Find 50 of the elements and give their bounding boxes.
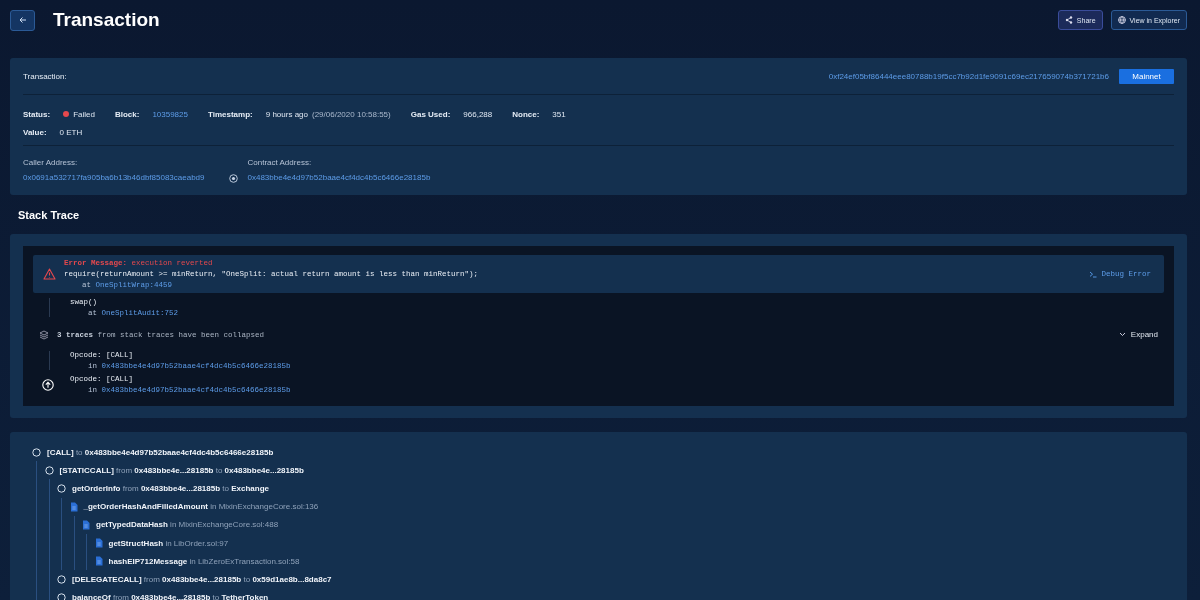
- timestamp-date: (29/06/2020 10:58:55): [312, 109, 391, 119]
- contract-label: Contract Address:: [247, 158, 313, 167]
- field-value: Failed: [73, 109, 95, 119]
- circle-icon: [32, 447, 41, 457]
- call-trace-line[interactable]: [DELEGATECALL] from 0x483bbe4e...28185b to 0x59d1ae8b...8da8c7: [72, 574, 332, 584]
- call-trace-line[interactable]: [CALL] to 0x483bbe4e4d97b52baae4cf4dc4b5c6466e28185b: [47, 447, 274, 457]
- field-label: Value:: [23, 127, 47, 137]
- field-value: 966,288: [463, 109, 493, 119]
- terminal-icon: [1089, 270, 1098, 278]
- call-trace-line[interactable]: hashEIP712Message in LibZeroExTransaction.sol:58: [108, 556, 300, 566]
- warning-icon: [43, 268, 56, 280]
- call-trace-line[interactable]: getStructHash in LibOrder.sol:97: [108, 538, 229, 548]
- file-icon: [94, 538, 103, 549]
- transaction-label: Transaction:: [23, 71, 67, 81]
- field-label: Timestamp:: [207, 109, 253, 119]
- field-value: 0 ETH: [59, 127, 83, 137]
- field-label: Gas Used:: [410, 109, 451, 119]
- call-trace-line[interactable]: getOrderInfo from 0x483bbe4e...28185b to Exchange: [72, 483, 269, 493]
- contract-address-link[interactable]: 0x483bbe4e4d97b52baae4cf4dc4b5c6466e28185b: [247, 173, 431, 182]
- call-trace-line[interactable]: balanceOf from 0x483bbe4e...28185b to TetherToken: [72, 593, 269, 600]
- field-value: 9 hours ago: [265, 109, 308, 119]
- arrow-up-circle-icon: [41, 378, 54, 391]
- caller-label: Caller Address:: [23, 158, 79, 167]
- field-label: Block:: [114, 109, 140, 119]
- layers-icon: [39, 329, 49, 340]
- circle-icon: [57, 483, 66, 493]
- transaction-hash-link[interactable]: 0xf24ef05bf86444eee80788b19f5cc7b92d1fe9091c69ec217659074b371721b6: [828, 71, 1109, 81]
- file-icon: [82, 519, 90, 530]
- back-arrow-icon: [18, 16, 27, 24]
- call-trace-line[interactable]: _getOrderHashAndFilledAmount in MixinExchangeCore.sol:136: [83, 502, 319, 512]
- file-icon: [94, 556, 103, 567]
- caller-address-link[interactable]: 0x0691a532717fa905ba6b13b46dbf85083caeabd9: [23, 173, 205, 182]
- section-title: Stack Trace: [18, 209, 81, 223]
- call-trace-line[interactable]: [STATICCALL] from 0x483bbe4e...28185b to 0x483bbe4e...28185b: [59, 465, 304, 475]
- call-trace-line[interactable]: getTypedDataHash in MixinExchangeCore.sol:488: [96, 520, 279, 530]
- share-icon: [1064, 16, 1073, 24]
- chevron-down-icon: [1118, 332, 1126, 337]
- expand-button[interactable]: Expand: [1112, 329, 1164, 340]
- network-button[interactable]: Mainnet: [1119, 68, 1174, 84]
- field-value: 351: [552, 109, 566, 119]
- back-button[interactable]: [10, 9, 35, 31]
- field-label: Status:: [23, 109, 51, 119]
- file-icon: [69, 501, 78, 512]
- circle-icon: [44, 465, 54, 475]
- arrow-circle-icon: [228, 174, 238, 183]
- globe-icon: [1117, 16, 1126, 24]
- page-title: Transaction: [53, 9, 160, 31]
- block-link[interactable]: 10359825: [152, 109, 188, 119]
- circle-icon: [57, 574, 66, 584]
- field-label: Nonce:: [512, 109, 540, 119]
